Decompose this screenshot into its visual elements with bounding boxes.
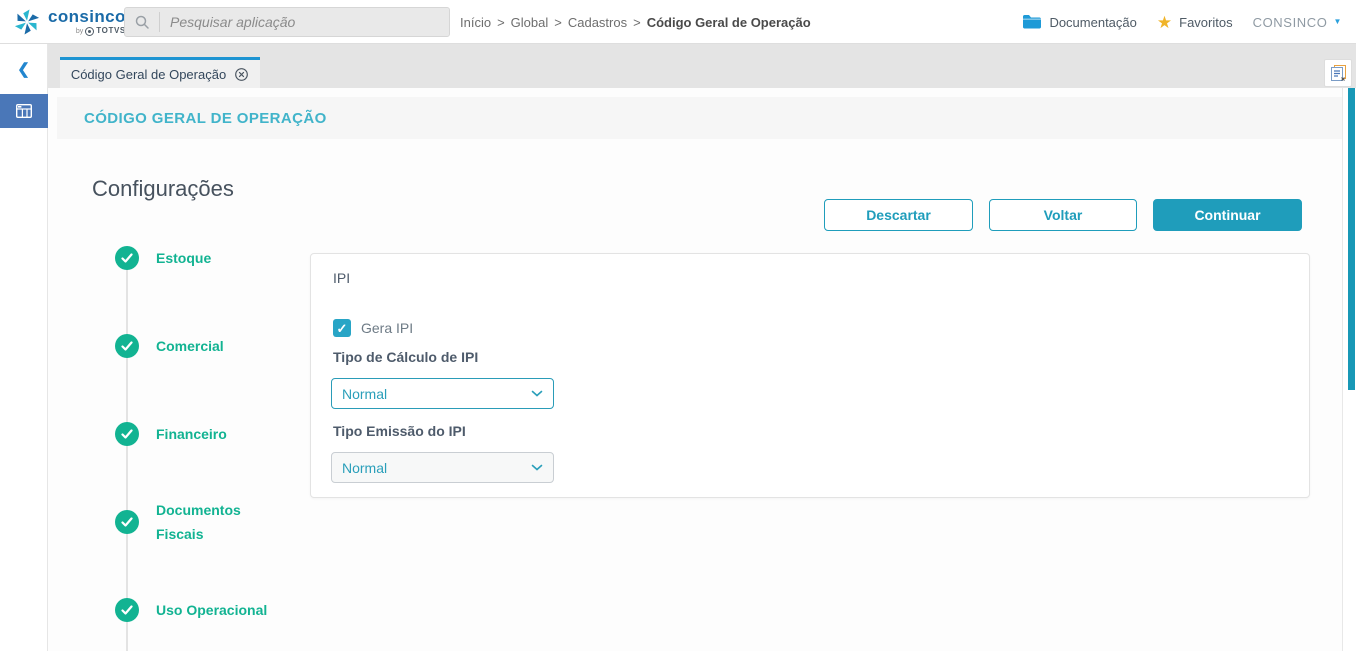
card-title: IPI — [333, 270, 350, 286]
tab-close-icon[interactable] — [234, 67, 249, 82]
step-label: Comercial — [156, 334, 274, 358]
scrollbar-thumb[interactable] — [1348, 88, 1355, 390]
tipo-calculo-label: Tipo de Cálculo de IPI — [333, 349, 478, 365]
user-menu-label: CONSINCO — [1253, 15, 1328, 30]
breadcrumb-current: Código Geral de Operação — [647, 15, 811, 30]
sidebar-collapse-button[interactable]: ❮ — [0, 60, 47, 78]
step-label: Documentos Fiscais — [156, 498, 274, 546]
sidebar-item-modules[interactable] — [0, 94, 48, 128]
search-icon — [125, 12, 160, 32]
breadcrumb-item-inicio[interactable]: Início — [460, 15, 491, 30]
documentation-label: Documentação — [1049, 15, 1136, 30]
gera-ipi-checkbox[interactable]: ✓ Gera IPI — [333, 319, 413, 337]
back-button[interactable]: Voltar — [989, 199, 1137, 231]
user-menu[interactable]: CONSINCO ▼ — [1253, 15, 1342, 30]
brand-byline: by TOTVS — [48, 27, 126, 36]
brand-logo[interactable]: consinco by TOTVS — [12, 7, 126, 37]
totvs-icon — [85, 27, 94, 36]
chevron-down-icon — [531, 464, 543, 471]
tipo-emissao-select[interactable]: Normal — [331, 452, 554, 483]
continue-button[interactable]: Continuar — [1153, 199, 1302, 231]
checkbox-check-icon: ✓ — [333, 319, 351, 337]
page-title: Configurações — [92, 176, 234, 202]
favorites-link[interactable]: ★ Favoritos — [1157, 14, 1233, 31]
breadcrumb-separator: > — [554, 15, 562, 30]
step-comercial[interactable]: Comercial — [115, 334, 274, 358]
step-check-icon — [115, 422, 139, 446]
tab-list-button[interactable] — [1324, 59, 1352, 87]
breadcrumb: Início > Global > Cadastros > Código Ger… — [460, 0, 811, 44]
step-uso-operacional[interactable]: Uso Operacional — [115, 598, 274, 622]
select-value: Normal — [342, 386, 387, 402]
checkbox-label: Gera IPI — [361, 320, 413, 336]
sidebar: ❮ — [0, 44, 48, 651]
step-check-icon — [115, 510, 139, 534]
section-header-text: CÓDIGO GERAL DE OPERAÇÃO — [84, 110, 327, 127]
step-documentos-fiscais[interactable]: Documentos Fiscais — [115, 498, 274, 546]
content-scrollbar[interactable] — [1342, 88, 1356, 651]
breadcrumb-separator: > — [497, 15, 505, 30]
chevron-down-icon — [531, 390, 543, 397]
breadcrumb-item-global[interactable]: Global — [511, 15, 549, 30]
chevron-down-icon: ▼ — [1333, 18, 1342, 26]
favorites-label: Favoritos — [1179, 15, 1232, 30]
step-estoque[interactable]: Estoque — [115, 246, 274, 270]
tipo-emissao-label: Tipo Emissão do IPI — [333, 423, 466, 439]
app-window: consinco by TOTVS Início > Global > — [0, 0, 1356, 651]
tipo-calculo-select[interactable]: Normal — [331, 378, 554, 409]
tab-label: Código Geral de Operação — [71, 67, 226, 82]
brand-name: consinco — [48, 8, 126, 25]
step-label: Estoque — [156, 246, 274, 270]
step-check-icon — [115, 598, 139, 622]
discard-button[interactable]: Descartar — [824, 199, 973, 231]
wizard-stepper: Estoque Comercial Financeiro Documentos … — [115, 246, 275, 651]
topbar-actions: Documentação ★ Favoritos CONSINCO ▼ — [1022, 0, 1342, 44]
step-label: Uso Operacional — [156, 598, 274, 622]
documentation-link[interactable]: Documentação — [1022, 14, 1136, 30]
folder-icon — [1022, 14, 1042, 30]
brand-wordmark: consinco by TOTVS — [48, 8, 126, 36]
grid-table-icon — [14, 101, 34, 121]
select-value: Normal — [342, 460, 387, 476]
breadcrumb-separator: > — [633, 15, 641, 30]
content-area: CÓDIGO GERAL DE OPERAÇÃO Configurações D… — [48, 88, 1356, 651]
ipi-card: IPI ✓ Gera IPI Tipo de Cálculo de IPI No… — [310, 253, 1310, 498]
app-search[interactable] — [124, 7, 450, 37]
tab-bar: Código Geral de Operação — [48, 44, 1356, 88]
step-label: Financeiro — [156, 422, 274, 446]
breadcrumb-item-cadastros[interactable]: Cadastros — [568, 15, 627, 30]
search-input[interactable] — [160, 14, 449, 30]
consinco-pinwheel-icon — [12, 7, 42, 37]
section-header-bar: CÓDIGO GERAL DE OPERAÇÃO — [57, 97, 1342, 139]
byline-by: by — [76, 28, 83, 35]
tab-codigo-geral-de-operacao[interactable]: Código Geral de Operação — [60, 57, 260, 88]
topbar: consinco by TOTVS Início > Global > — [0, 0, 1356, 44]
tab-list-icon — [1328, 63, 1348, 83]
step-check-icon — [115, 334, 139, 358]
step-check-icon — [115, 246, 139, 270]
byline-totvs: TOTVS — [96, 27, 126, 35]
step-financeiro[interactable]: Financeiro — [115, 422, 274, 446]
star-icon: ★ — [1157, 14, 1172, 31]
